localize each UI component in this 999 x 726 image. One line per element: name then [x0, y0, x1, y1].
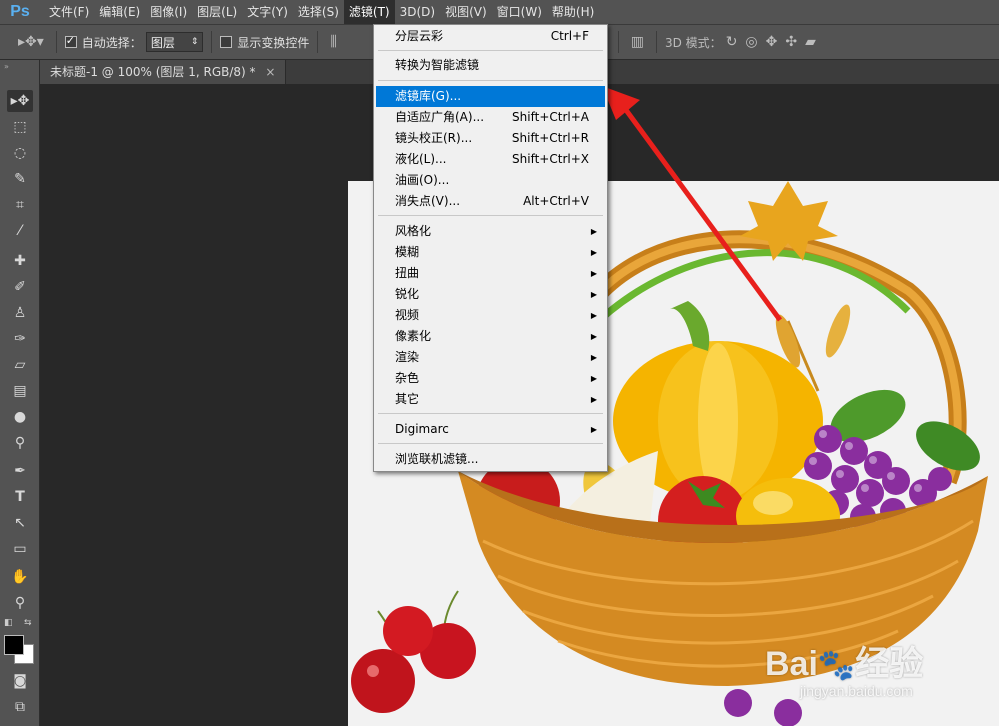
submenu-arrow-icon: ▶ — [590, 248, 597, 257]
menu-item-vanishing-point[interactable]: 消失点(V)... Alt+Ctrl+V — [376, 191, 605, 212]
menu-item-sharpen[interactable]: 锐化 ▶ — [376, 284, 605, 305]
submenu-arrow-icon: ▶ — [590, 425, 597, 434]
menu-item-render[interactable]: 渲染 ▶ — [376, 347, 605, 368]
submenu-arrow-icon: ▶ — [590, 374, 597, 383]
separator — [378, 50, 603, 51]
submenu-arrow-icon: ▶ — [590, 395, 597, 404]
separator — [378, 443, 603, 444]
menu-item-other[interactable]: 其它 ▶ — [376, 389, 605, 410]
menu-item-convert-smart-filters[interactable]: 转换为智能滤镜 — [376, 55, 605, 76]
menu-item-noise[interactable]: 杂色 ▶ — [376, 368, 605, 389]
menu-item-browse-filters-online[interactable]: 浏览联机滤镜... — [376, 449, 605, 470]
menu-item-clouds[interactable]: 分层云彩 Ctrl+F — [376, 26, 605, 47]
submenu-arrow-icon: ▶ — [590, 332, 597, 341]
menu-item-oil-paint[interactable]: 油画(O)... — [376, 170, 605, 191]
menu-item-digimarc[interactable]: Digimarc ▶ — [376, 419, 605, 440]
submenu-arrow-icon: ▶ — [590, 290, 597, 299]
menu-item-blur[interactable]: 模糊 ▶ — [376, 242, 605, 263]
submenu-arrow-icon: ▶ — [590, 227, 597, 236]
menu-item-stylize[interactable]: 风格化 ▶ — [376, 221, 605, 242]
menu-item-adaptive-wide-angle[interactable]: 自适应广角(A)... Shift+Ctrl+A — [376, 107, 605, 128]
separator — [378, 413, 603, 414]
submenu-arrow-icon: ▶ — [590, 269, 597, 278]
menu-item-distort[interactable]: 扭曲 ▶ — [376, 263, 605, 284]
menu-item-filter-gallery[interactable]: 滤镜库(G)... — [376, 86, 605, 107]
separator — [378, 215, 603, 216]
menu-item-video[interactable]: 视频 ▶ — [376, 305, 605, 326]
filter-menu-dropdown: 分层云彩 Ctrl+F 转换为智能滤镜 滤镜库(G)... 自适应广角(A)...… — [373, 24, 608, 472]
menu-item-liquify[interactable]: 液化(L)... Shift+Ctrl+X — [376, 149, 605, 170]
submenu-arrow-icon: ▶ — [590, 353, 597, 362]
submenu-arrow-icon: ▶ — [590, 311, 597, 320]
separator — [378, 80, 603, 81]
menu-item-lens-correction[interactable]: 镜头校正(R)... Shift+Ctrl+R — [376, 128, 605, 149]
menu-item-pixelate[interactable]: 像素化 ▶ — [376, 326, 605, 347]
